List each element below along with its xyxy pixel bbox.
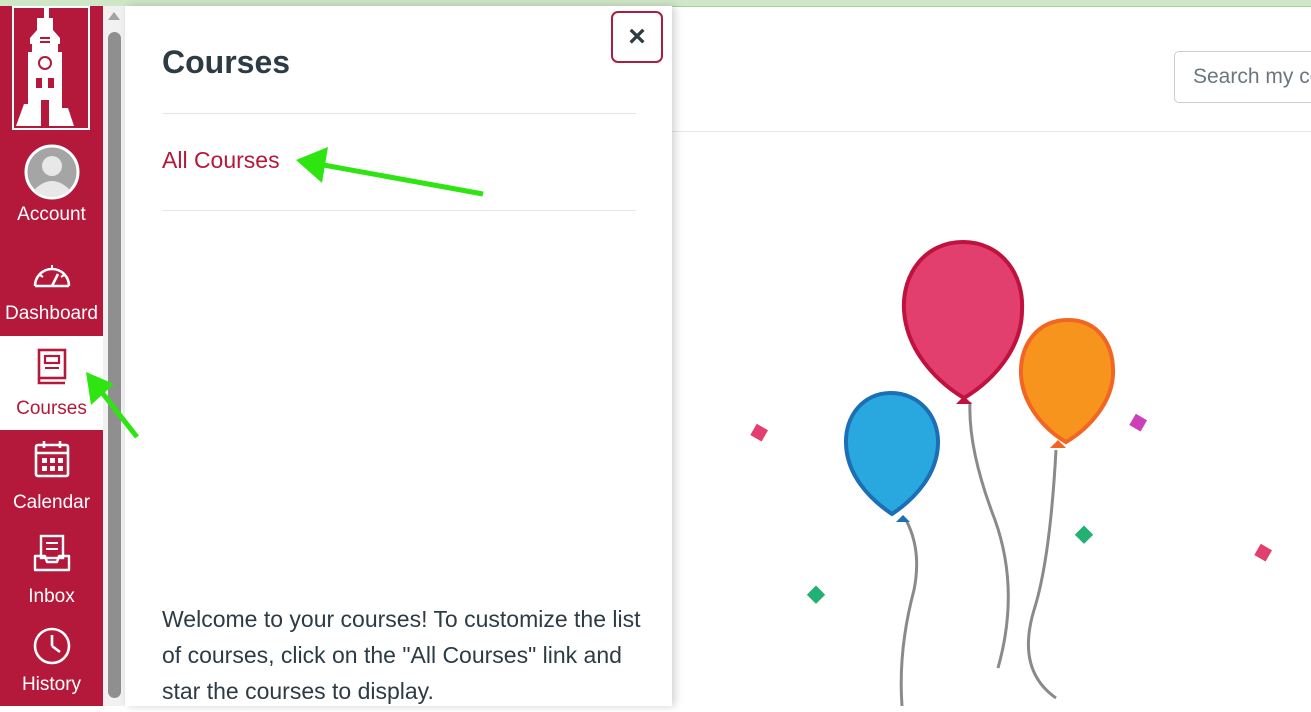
nav-item-courses[interactable]: Courses bbox=[0, 336, 103, 430]
all-courses-link[interactable]: All Courses bbox=[162, 147, 280, 174]
nav-label: Account bbox=[17, 204, 86, 225]
nav-item-history[interactable]: History bbox=[0, 618, 103, 712]
scroll-thumb[interactable] bbox=[108, 32, 121, 698]
tray-welcome-text: Welcome to your courses! To customize th… bbox=[162, 606, 641, 704]
courses-tray: Courses × All Courses Welcome to your co… bbox=[125, 6, 672, 706]
header-divider bbox=[672, 131, 1311, 132]
close-tray-button[interactable]: × bbox=[611, 11, 663, 63]
tray-title: Courses bbox=[162, 44, 291, 80]
clock-icon bbox=[33, 627, 70, 665]
global-navigation: Account Dashboard Courses Calendar Inbox… bbox=[0, 6, 103, 706]
school-logo[interactable] bbox=[12, 6, 90, 130]
orange-balloon-icon bbox=[1018, 317, 1116, 445]
blue-balloon-icon bbox=[843, 390, 941, 517]
avatar-icon bbox=[24, 144, 79, 200]
inbox-icon bbox=[33, 534, 70, 572]
nav-item-calendar[interactable]: Calendar bbox=[0, 430, 103, 524]
clock-tower-icon bbox=[16, 8, 74, 126]
tray-divider bbox=[162, 113, 636, 114]
nav-item-inbox[interactable]: Inbox bbox=[0, 524, 103, 618]
scroll-up-arrow-icon[interactable] bbox=[108, 12, 120, 20]
search-courses-input[interactable] bbox=[1174, 51, 1311, 103]
nav-label: Courses bbox=[16, 398, 87, 419]
book-icon bbox=[37, 348, 66, 385]
tray-divider bbox=[162, 210, 636, 211]
nav-item-account[interactable]: Account bbox=[0, 142, 103, 236]
gauge-icon bbox=[33, 265, 70, 288]
nav-label: Inbox bbox=[28, 586, 75, 607]
balloons-illustration bbox=[750, 239, 1273, 706]
nav-label: History bbox=[21, 674, 82, 695]
pink-balloon-icon bbox=[901, 239, 1025, 401]
close-icon: × bbox=[628, 20, 646, 53]
calendar-icon bbox=[34, 441, 69, 478]
nav-label: Dashboard bbox=[5, 303, 98, 324]
nav-item-dashboard[interactable]: Dashboard bbox=[0, 248, 103, 342]
nav-label: Calendar bbox=[12, 492, 91, 513]
